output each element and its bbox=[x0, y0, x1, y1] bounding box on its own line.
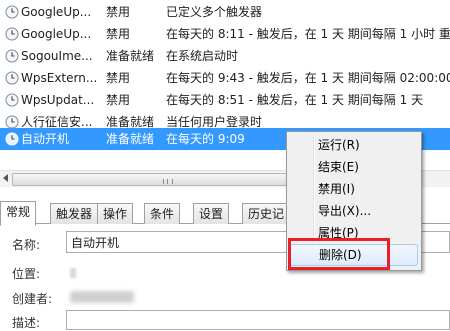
task-row[interactable]: WpsExtern... 禁用 在每天的 9:43 - 触发后，在 1 天 期间… bbox=[0, 67, 450, 89]
menu-item-export[interactable]: 导出(X)... bbox=[290, 200, 418, 222]
task-name: GoogleUp... bbox=[21, 27, 92, 41]
task-status: 禁用 bbox=[106, 5, 131, 19]
task-name: WpsUpdat... bbox=[21, 93, 95, 107]
task-row[interactable]: WpsUpdat... 禁用 在每天的 8:51 - 触发后，在 1 天 期间每… bbox=[0, 89, 450, 111]
location-value-redacted bbox=[70, 268, 76, 278]
tab-actions[interactable]: 操作 bbox=[97, 203, 134, 224]
task-trigger: 在每天的 9:43 - 触发后，在 1 天 期间每隔 02:00:00 bbox=[166, 71, 450, 85]
tab-general[interactable]: 常规 bbox=[0, 201, 37, 226]
task-name: GoogleUp... bbox=[21, 5, 92, 19]
tab-conditions[interactable]: 条件 bbox=[144, 203, 181, 224]
author-label: 创建者: bbox=[12, 292, 53, 306]
clock-icon bbox=[5, 115, 19, 129]
task-row[interactable]: SogouIme... 准备就绪 在系统启动时 bbox=[0, 45, 450, 67]
clock-icon bbox=[5, 49, 19, 63]
clock-icon bbox=[5, 132, 19, 146]
task-row[interactable]: GoogleUp... 禁用 在每天的 8:11 - 触发后，在 1 天 期间每… bbox=[0, 23, 450, 45]
clock-icon bbox=[5, 27, 19, 41]
menu-item-run[interactable]: 运行(R) bbox=[290, 134, 418, 156]
menu-item-end[interactable]: 结束(E) bbox=[290, 156, 418, 178]
location-label: 位置: bbox=[12, 267, 41, 281]
description-field[interactable] bbox=[66, 310, 450, 330]
scroll-left-arrow-icon[interactable] bbox=[3, 174, 8, 182]
name-label: 名称: bbox=[12, 238, 41, 252]
author-value-redacted bbox=[70, 291, 134, 303]
task-trigger: 在每天的 8:51 - 触发后，在 1 天 期间每隔 1 天 bbox=[166, 93, 424, 107]
tab-settings[interactable]: 设置 bbox=[193, 203, 230, 224]
task-name: 自动开机 bbox=[21, 132, 70, 146]
annotation-highlight-box bbox=[288, 238, 390, 270]
task-name: WpsExtern... bbox=[21, 71, 98, 85]
tab-triggers[interactable]: 触发器 bbox=[50, 203, 99, 224]
task-status: 禁用 bbox=[106, 27, 131, 41]
task-trigger: 在每天的 8:11 - 触发后，在 1 天 期间每隔 1 小时 重复 bbox=[166, 27, 450, 41]
clock-icon bbox=[5, 93, 19, 107]
clock-icon bbox=[5, 5, 19, 19]
task-status: 禁用 bbox=[106, 71, 131, 85]
task-status: 准备就绪 bbox=[106, 132, 155, 146]
task-name: SogouIme... bbox=[21, 49, 93, 63]
task-status: 禁用 bbox=[106, 93, 131, 107]
task-trigger: 在系统启动时 bbox=[166, 49, 239, 63]
task-trigger: 已定义多个触发器 bbox=[166, 5, 263, 19]
description-label: 描述: bbox=[12, 316, 41, 330]
task-status: 准备就绪 bbox=[106, 49, 155, 63]
menu-item-disable[interactable]: 禁用(I) bbox=[290, 178, 418, 200]
tab-history[interactable]: 历史记 bbox=[242, 203, 291, 224]
grip-icon bbox=[163, 179, 173, 184]
scrollbar-thumb[interactable] bbox=[12, 173, 289, 186]
task-row[interactable]: GoogleUp... 禁用 已定义多个触发器 bbox=[0, 1, 450, 23]
clock-icon bbox=[5, 71, 19, 85]
